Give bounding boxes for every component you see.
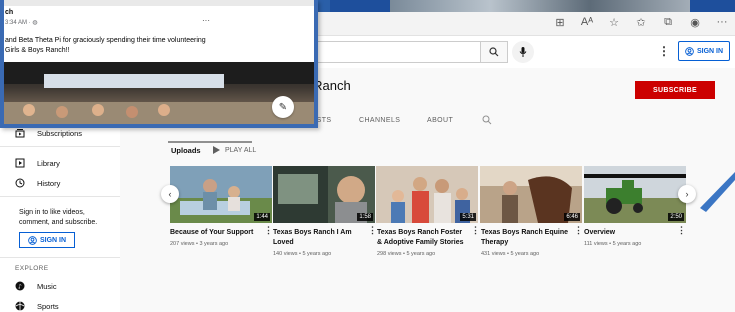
explore-heading: EXPLORE [15, 265, 49, 272]
video-title[interactable]: Texas Boys Ranch Equine Therapy [481, 228, 573, 248]
video-title[interactable]: Texas Boys Ranch I Am Loved [273, 228, 365, 248]
sign-in-label: SIGN IN [696, 47, 724, 55]
video-title[interactable]: Because of Your Support [170, 228, 262, 238]
group-photo-image [4, 62, 314, 124]
video-meta: 140 views • 5 years ago [273, 251, 332, 257]
post-time-text: 3:34 AM · [5, 20, 33, 26]
pencil-icon: ✎ [278, 101, 288, 113]
sidebar-sign-in-button[interactable]: SIGN IN [19, 232, 75, 248]
channel-search-icon[interactable] [482, 115, 492, 125]
sidebar: Subscriptions Library History Sign in to… [0, 120, 120, 312]
divider [0, 146, 120, 147]
header-sign-in-button[interactable]: SIGN IN [678, 41, 730, 61]
video-menu-icon[interactable]: ⋮ [264, 225, 273, 236]
post-text: and Beta Theta Pi for graciously spendin… [5, 36, 235, 56]
video-thumbnail-1[interactable]: 1:44 [170, 166, 272, 223]
microphone-icon [519, 47, 527, 57]
settings-menu-icon[interactable]: ⋮ [658, 44, 670, 58]
background-photo [390, 0, 690, 12]
edit-post-button[interactable]: ✎ [272, 96, 294, 118]
tab-divider [168, 141, 252, 143]
sidebar-item-label: Library [37, 158, 60, 168]
video-thumbnail-2[interactable]: 1:58 [273, 166, 375, 223]
video-thumbnail-3[interactable]: 5:31 [376, 166, 478, 223]
video-meta: 207 views • 3 years ago [170, 241, 229, 247]
post-divider [4, 0, 314, 6]
account-icon [28, 235, 37, 245]
globe-icon: ◍ [32, 20, 38, 26]
video-title[interactable]: Texas Boys Ranch Foster & Adoptive Famil… [377, 228, 469, 248]
collections-icon[interactable]: ⧉ [661, 16, 675, 29]
profile-icon[interactable]: ◉ [688, 16, 702, 29]
video-menu-icon[interactable]: ⋮ [677, 225, 686, 236]
grid-icon[interactable]: ⊞ [553, 16, 567, 29]
video-meta: 111 views • 5 years ago [584, 241, 642, 247]
post-timestamp: 3:34 AM · ◍ [5, 19, 38, 26]
sidebar-item-label: Sports [37, 301, 59, 311]
video-meta: 431 views • 5 years ago [481, 251, 540, 257]
video-title[interactable]: Overview [584, 228, 676, 238]
sign-in-label: SIGN IN [39, 236, 67, 244]
video-duration: 1:58 [357, 213, 373, 221]
sidebar-item-label: History [37, 178, 61, 188]
search-icon [489, 47, 499, 57]
video-thumbnail-4[interactable]: 6:46 [480, 166, 582, 223]
post-options-icon[interactable]: ··· [202, 16, 210, 25]
facebook-post-overlay: ch 3:34 AM · ◍ ··· and Beta Theta Pi for… [0, 0, 318, 128]
account-icon [685, 46, 694, 56]
video-duration: 6:46 [564, 213, 580, 221]
tab-channels[interactable]: CHANNELS [359, 117, 400, 124]
play-all-label: PLAY ALL [225, 146, 257, 154]
uploads-label[interactable]: Uploads [171, 146, 201, 155]
favorite-add-icon[interactable]: ☆ [607, 16, 621, 29]
video-menu-icon[interactable]: ⋮ [574, 225, 583, 236]
video-duration: 2:50 [668, 213, 684, 221]
play-icon [213, 146, 220, 154]
sidebar-item-music[interactable]: ♪ Music [15, 281, 57, 291]
sidebar-item-history[interactable]: History [15, 178, 60, 188]
video-meta: 298 views • 5 years ago [377, 251, 436, 257]
search-button[interactable] [480, 41, 508, 63]
carousel-prev-button[interactable]: ‹ [161, 185, 179, 203]
favorites-icon[interactable]: ✩ [634, 16, 648, 29]
library-icon [15, 158, 25, 168]
sign-in-prompt: Sign in to like videos, comment, and sub… [19, 209, 98, 226]
subscriptions-icon [15, 128, 25, 138]
svg-text:♪: ♪ [18, 284, 22, 291]
video-thumbnail-5[interactable]: 2:50 [584, 166, 686, 223]
carousel-next-button[interactable]: › [678, 185, 696, 203]
sidebar-item-subscriptions[interactable]: Subscriptions [15, 128, 82, 138]
subscribe-button[interactable]: SUBSCRIBE [635, 81, 715, 99]
divider [0, 196, 120, 197]
sports-icon [15, 301, 25, 311]
tab-about[interactable]: ABOUT [427, 117, 453, 124]
divider [0, 257, 120, 258]
video-menu-icon[interactable]: ⋮ [471, 225, 480, 236]
video-menu-icon[interactable]: ⋮ [368, 225, 377, 236]
post-text-line: and Beta Theta Pi for graciously spendin… [5, 37, 206, 44]
more-icon[interactable]: ··· [715, 16, 729, 29]
video-duration: 1:44 [254, 213, 270, 221]
annotation-pointer [700, 172, 735, 212]
post-photo[interactable] [4, 62, 314, 124]
sidebar-item-sports[interactable]: Sports [15, 301, 59, 311]
voice-search-button[interactable] [512, 41, 534, 63]
post-author[interactable]: ch [5, 9, 13, 16]
chevron-right-icon: › [685, 189, 689, 199]
music-icon: ♪ [15, 281, 25, 291]
history-icon [15, 178, 25, 188]
reader-icon[interactable]: Aᴬ [580, 16, 594, 29]
play-all-button[interactable]: PLAY ALL [213, 146, 256, 154]
search-input[interactable] [290, 41, 480, 63]
post-text-line: Girls & Boys Ranch!! [5, 47, 70, 54]
sidebar-item-library[interactable]: Library [15, 158, 60, 168]
chevron-left-icon: ‹ [168, 189, 172, 199]
sidebar-item-label: Subscriptions [37, 128, 83, 138]
video-duration: 5:31 [460, 213, 476, 221]
sidebar-item-label: Music [37, 281, 57, 291]
